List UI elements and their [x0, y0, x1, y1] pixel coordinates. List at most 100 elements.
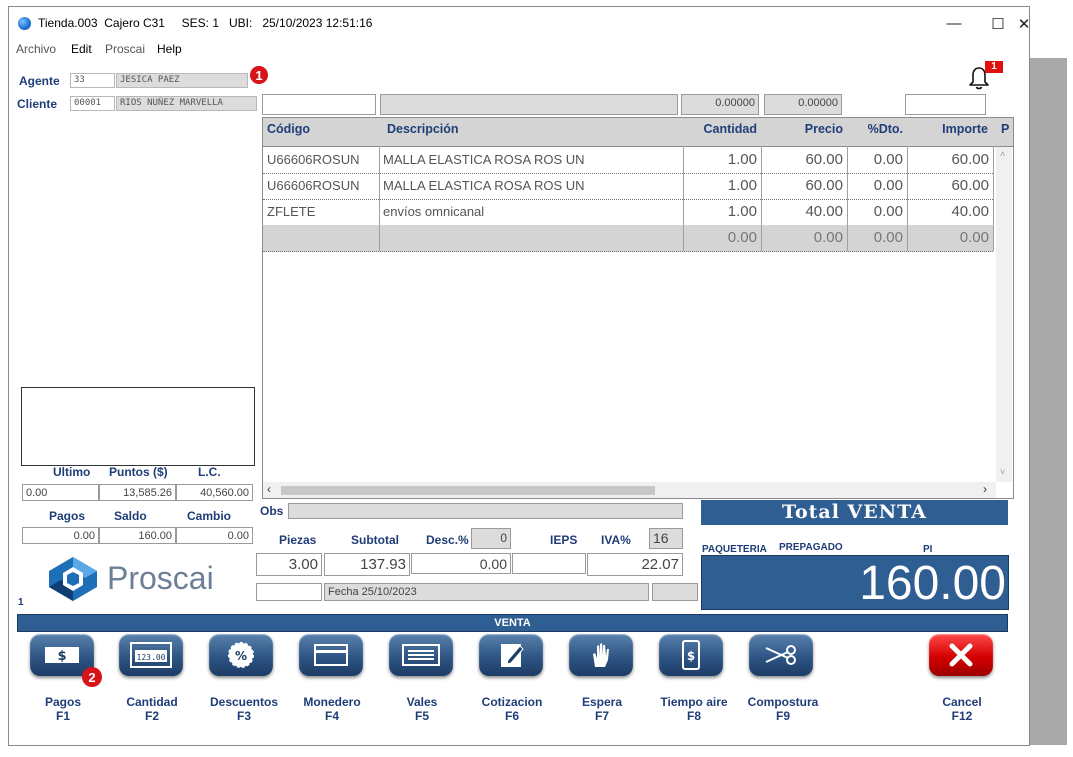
cotizacion-button-face[interactable]: [479, 634, 543, 676]
iva-pct-field: 16: [649, 528, 683, 549]
descuentos-key-text: F3: [236, 709, 251, 723]
cell-codigo: U66606ROSUN: [267, 178, 360, 193]
compostura-label-text: Compostura: [747, 695, 819, 709]
espera-button-label: Espera F7: [562, 695, 642, 723]
cambio-value: 0.00: [176, 527, 253, 544]
grid-header: Código Descripción Cantidad Precio %Dto.…: [263, 118, 1013, 147]
tiempo-aire-label-text: Tiempo aire: [660, 695, 728, 709]
tiempo-aire-button-face[interactable]: $: [659, 634, 723, 676]
cotizacion-key-text: F6: [504, 709, 519, 723]
cancel-button[interactable]: [929, 634, 995, 676]
cell-precio: 0.00: [813, 229, 843, 246]
agente-code-field[interactable]: 33: [70, 73, 115, 88]
grid-divider: [379, 146, 380, 251]
ultimo-label: Ultimo: [53, 465, 91, 479]
piezas-value: 3.00: [256, 553, 322, 576]
items-grid[interactable]: Código Descripción Cantidad Precio %Dto.…: [262, 117, 1014, 499]
compostura-button-label: Compostura F9: [740, 695, 826, 723]
descuentos-button[interactable]: %: [209, 634, 275, 676]
percent-icon: %: [228, 642, 254, 668]
extra-entry-input[interactable]: [905, 94, 986, 115]
menu-edit[interactable]: Edit: [71, 42, 92, 56]
cash-icon: $: [45, 647, 79, 664]
scissors-icon: [765, 645, 796, 665]
monedero-button[interactable]: [299, 634, 365, 676]
cell-dto: 0.00: [873, 177, 903, 194]
col-cantidad[interactable]: Cantidad: [683, 118, 761, 146]
cancel-button-face[interactable]: [929, 634, 993, 676]
espera-button-face[interactable]: [569, 634, 633, 676]
tiempo-aire-button[interactable]: $: [659, 634, 725, 676]
col-importe[interactable]: Importe: [907, 118, 992, 146]
lc-label: L.C.: [198, 465, 221, 479]
subtotal-value: 137.93: [324, 553, 410, 576]
compostura-button[interactable]: [749, 634, 815, 676]
compostura-button-face[interactable]: [749, 634, 813, 676]
grid-divider: [993, 146, 994, 251]
maximize-button[interactable]: ☐: [975, 7, 1021, 40]
scroll-up-icon[interactable]: ˄: [1000, 149, 1005, 159]
vales-button-face[interactable]: [389, 634, 453, 676]
cell-precio: 60.00: [805, 151, 843, 168]
puntos-label: Puntos ($): [109, 465, 168, 479]
vales-button[interactable]: [389, 634, 455, 676]
cell-cantidad: 1.00: [727, 203, 757, 220]
cotizacion-button[interactable]: [479, 634, 545, 676]
espera-button[interactable]: [569, 634, 635, 676]
cell-cantidad: 0.00: [727, 229, 757, 246]
vales-button-label: Vales F5: [382, 695, 462, 723]
cell-precio: 40.00: [805, 203, 843, 220]
menu-archivo[interactable]: Archivo: [16, 42, 56, 56]
cell-cantidad: 1.00: [727, 177, 757, 194]
background-area: [1029, 58, 1067, 745]
table-row[interactable]: ZFLETE envíos omnicanal 1.00 40.00 0.00 …: [263, 199, 993, 226]
cancel-button-label: Cancel F12: [922, 695, 1002, 723]
scroll-left-icon[interactable]: ‹: [267, 482, 271, 496]
table-row[interactable]: U66606ROSUN MALLA ELASTICA ROSA ROS UN 1…: [263, 147, 993, 174]
scroll-right-icon[interactable]: ›: [983, 482, 987, 496]
desc-pct-field: 0: [471, 528, 511, 549]
pos-window: Tienda.003 Cajero C31 SES: 1 UBI: 25/10/…: [8, 6, 1030, 746]
minimize-button[interactable]: —: [931, 7, 977, 40]
col-precio[interactable]: Precio: [761, 118, 847, 146]
hand-icon: [593, 643, 609, 667]
pagos-label-text: Pagos: [44, 695, 81, 709]
close-button[interactable]: ✕: [1018, 7, 1031, 40]
cliente-code-field[interactable]: 00001: [70, 96, 115, 111]
cliente-name-field: RIOS NUÑEZ MARVELLA: [116, 96, 257, 111]
compostura-key-text: F9: [775, 709, 790, 723]
cell-codigo: U66606ROSUN: [267, 152, 360, 167]
grid-divider: [761, 146, 762, 251]
scroll-thumb[interactable]: [281, 486, 655, 495]
price-entry-field: 0.00000: [764, 94, 842, 115]
cantidad-button-face[interactable]: 123.00: [119, 634, 183, 676]
cantidad-button-label: Cantidad F2: [112, 695, 192, 723]
window-title: Tienda.003 Cajero C31 SES: 1 UBI: 25/10/…: [38, 16, 373, 30]
vales-key-text: F5: [414, 709, 429, 723]
app-globe-icon: [18, 17, 31, 30]
ieps-value: [512, 553, 586, 574]
monedero-button-face[interactable]: [299, 634, 363, 676]
cancel-x-icon: [949, 643, 973, 667]
grid-horizontal-scrollbar[interactable]: ‹ ›: [263, 482, 996, 498]
col-descripcion[interactable]: Descripción: [379, 118, 682, 146]
calculator-icon: 123.00: [130, 642, 172, 668]
agente-name-field: JESICA PAEZ: [116, 73, 248, 88]
col-codigo[interactable]: Código: [263, 118, 379, 146]
col-dto[interactable]: %Dto.: [847, 118, 907, 146]
pagos-value: 0.00: [22, 527, 99, 544]
pagos-label: Pagos: [49, 509, 86, 523]
menu-help[interactable]: Help: [157, 42, 182, 56]
obs-field[interactable]: [288, 503, 683, 519]
grid-vertical-scrollbar[interactable]: ˄ ˅: [996, 147, 1012, 482]
cantidad-button[interactable]: 123.00: [119, 634, 185, 676]
cell-importe: 0.00: [959, 229, 989, 246]
col-p[interactable]: P: [997, 118, 1013, 146]
descuentos-button-face[interactable]: %: [209, 634, 273, 676]
table-row[interactable]: U66606ROSUN MALLA ELASTICA ROSA ROS UN 1…: [263, 173, 993, 200]
vales-label-text: Vales: [406, 695, 438, 709]
table-row-new[interactable]: 0.00 0.00 0.00 0.00: [263, 225, 993, 252]
scroll-down-icon[interactable]: ˅: [1000, 467, 1005, 477]
code-entry-input[interactable]: [262, 94, 376, 115]
menu-proscai[interactable]: Proscai: [105, 42, 145, 56]
